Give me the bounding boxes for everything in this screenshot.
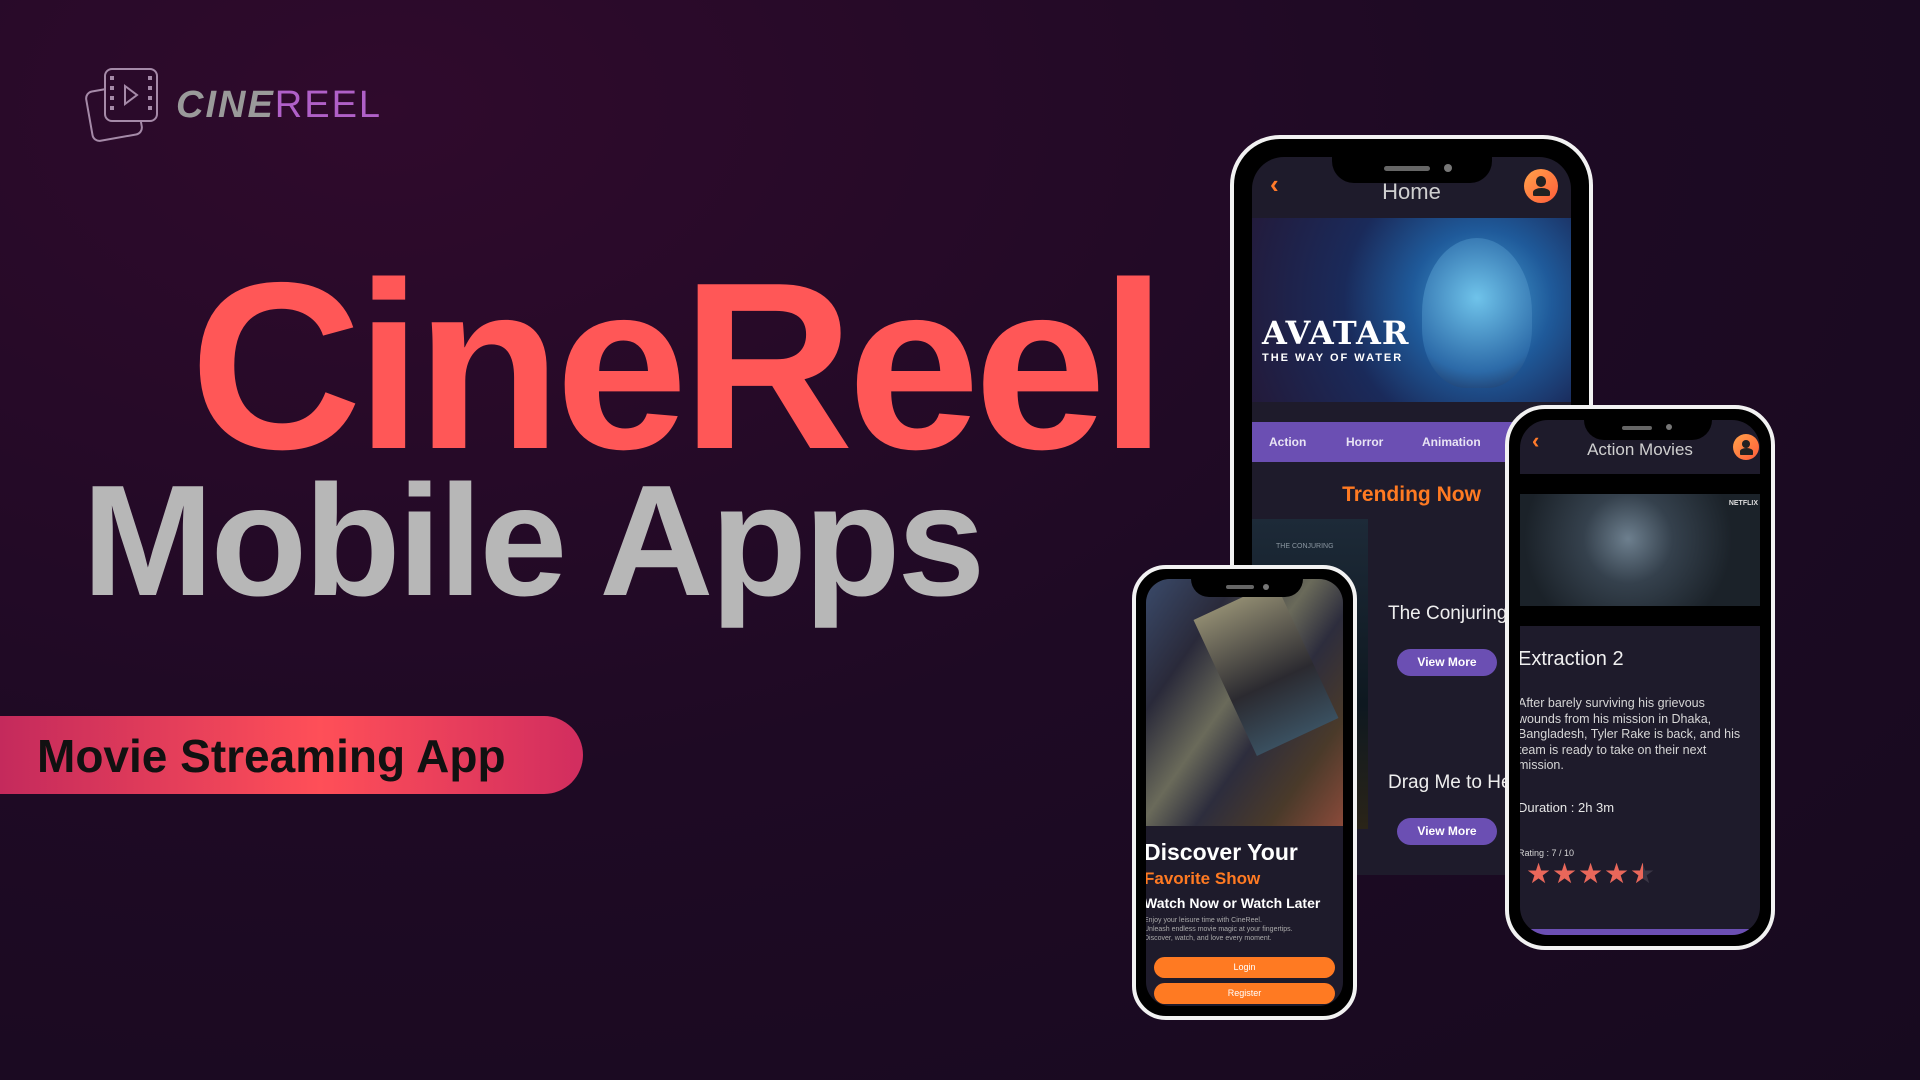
profile-avatar-icon[interactable] — [1733, 434, 1759, 460]
discover-body: Enjoy your leisure time with CineReel. U… — [1146, 916, 1293, 943]
logo-wordmark: CINE REEL — [176, 84, 382, 127]
star-icon: ★★ — [1578, 858, 1604, 889]
body-line: Unleash endless movie magic at your fing… — [1146, 926, 1293, 933]
view-more-button[interactable]: View More — [1397, 649, 1497, 676]
genre-tab-action[interactable]: Action — [1269, 435, 1306, 449]
body-line: Discover, watch, and love every moment. — [1146, 935, 1272, 942]
screen-title: Action Movies — [1587, 440, 1693, 459]
body-line: Enjoy your leisure time with CineReel. — [1146, 917, 1262, 924]
genre-tab-horror[interactable]: Horror — [1346, 435, 1383, 449]
discover-heading-accent: Favorite Show — [1146, 869, 1261, 888]
detail-phone: ‹ Action Movies NETFLIX Extraction 2 Aft… — [1505, 405, 1775, 950]
star-icon: ★★ — [1526, 858, 1552, 889]
movie-description: After barely surviving his grievous woun… — [1520, 696, 1741, 772]
movie-collage-image — [1146, 579, 1343, 826]
movie-still-image[interactable]: NETFLIX — [1520, 494, 1760, 606]
hero-badge-label: Movie Streaming App — [37, 730, 506, 782]
star-icon: ★★ — [1630, 858, 1656, 889]
poster-title: THE CONJURING — [1276, 543, 1334, 550]
movie-title: Drag Me to Hell — [1388, 772, 1520, 793]
movie-duration: Duration : 2h 3m — [1520, 800, 1615, 815]
film-play-icon — [85, 68, 158, 142]
bottom-bar — [1524, 929, 1756, 935]
movie-title: The Conjuring — [1388, 603, 1508, 624]
view-more-button[interactable]: View More — [1397, 818, 1497, 845]
register-button[interactable]: Register — [1154, 983, 1335, 1004]
star-icon: ★★ — [1604, 858, 1630, 889]
hero-badge: Movie Streaming App — [0, 716, 583, 794]
login-button[interactable]: Login — [1154, 957, 1335, 978]
featured-banner[interactable]: AVATAR THE WAY OF WATER — [1252, 218, 1571, 402]
logo-text-cine: CINE — [176, 84, 275, 126]
hero-title: CineReel — [190, 234, 1166, 499]
logo-text-reel: REEL — [274, 84, 383, 126]
genre-tab-animation[interactable]: Animation — [1422, 435, 1481, 449]
banner-character-image — [1422, 238, 1532, 388]
netflix-badge: NETFLIX — [1728, 500, 1758, 507]
discover-tagline: Watch Now or Watch Later — [1146, 895, 1321, 911]
banner-subtitle: THE WAY OF WATER — [1262, 352, 1404, 364]
movie-rating-label: Rating : 7 / 10 — [1520, 848, 1575, 858]
banner-title: AVATAR — [1262, 314, 1410, 352]
discover-phone: Discover Your Favorite Show Watch Now or… — [1132, 565, 1357, 1020]
movie-title: Extraction 2 — [1520, 648, 1624, 670]
star-icon: ★★ — [1552, 858, 1578, 889]
hero-subtitle: Mobile Apps — [82, 453, 985, 629]
discover-heading: Discover Your — [1146, 839, 1298, 865]
trailer-frame: NETFLIX — [1520, 474, 1760, 626]
profile-avatar-icon[interactable] — [1524, 169, 1558, 203]
